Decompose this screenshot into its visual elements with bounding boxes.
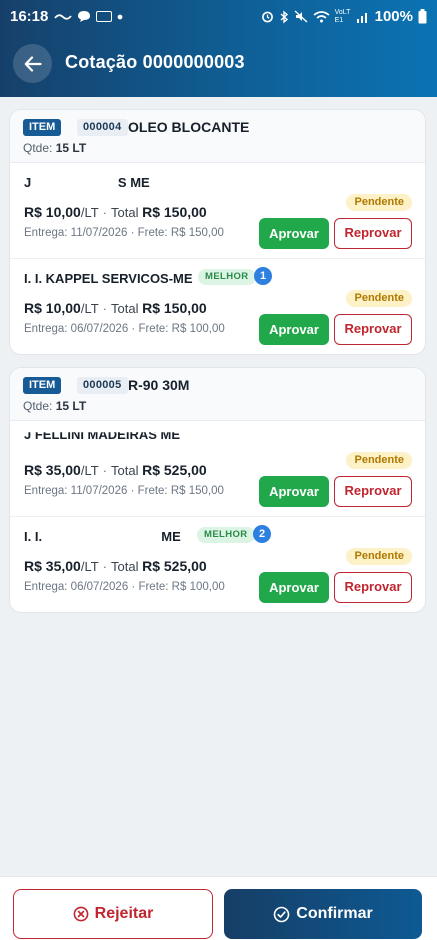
- item-card-000004: ITEM 000004 OLEO BLOCANTE Qtde: 15 LT J …: [9, 109, 426, 355]
- price-line: R$ 35,00/LT · Total R$ 525,00: [24, 462, 207, 478]
- mute-icon: [294, 10, 308, 23]
- system-icons: VoLTE1 100%: [261, 8, 427, 25]
- status-badge: Pendente: [346, 548, 412, 565]
- signal-icon: [356, 12, 367, 23]
- status-bar: 16:18 VoLTE1 100%: [0, 0, 437, 33]
- item-quantity: Qtde: 15 LT: [23, 399, 87, 413]
- reject-offer-button[interactable]: Reprovar: [334, 314, 412, 345]
- approve-button[interactable]: Aprovar: [259, 314, 329, 345]
- confirm-button[interactable]: Confirmar: [224, 889, 422, 939]
- wave-icon: [54, 13, 73, 20]
- best-badge: MELHOR: [197, 527, 255, 543]
- back-button[interactable]: [13, 44, 52, 83]
- item-tag: ITEM: [23, 377, 62, 394]
- reject-offer-button[interactable]: Reprovar: [334, 476, 412, 507]
- price-line: R$ 10,00/LT · Total R$ 150,00: [24, 204, 207, 220]
- status-badge: Pendente: [346, 194, 412, 211]
- chat-icon: [78, 11, 91, 22]
- supplier-name: J FELLINI MADEIRAS ME: [24, 427, 181, 442]
- status-time: 16:18: [10, 8, 49, 25]
- arrow-left-icon: [24, 55, 42, 72]
- battery-percent: 100%: [374, 8, 413, 25]
- dot-icon: [117, 14, 123, 19]
- approve-button[interactable]: Aprovar: [259, 218, 329, 249]
- item-name: OLEO BLOCANTE: [128, 119, 250, 135]
- item-header: ITEM 000004 OLEO BLOCANTE Qtde: 15 LT: [10, 110, 425, 163]
- offer-row: J FELLINI MADEIRAS ME R$ 35,00/LT · Total …: [10, 421, 425, 517]
- supplier-name: J S ME: [24, 175, 150, 190]
- item-quantity: Qtde: 15 LT: [23, 141, 87, 155]
- rank-badge: 1: [254, 267, 272, 285]
- item-header: ITEM 000005 R-90 30M Qtde: 15 LT: [10, 368, 425, 421]
- delivery-info: Entrega: 11/07/2026 · Frete: R$ 150,00: [24, 227, 224, 239]
- check-circle-icon: [273, 906, 290, 922]
- item-name: R-90 30M: [128, 377, 190, 393]
- approve-button[interactable]: Aprovar: [259, 476, 329, 507]
- alarm-icon: [261, 11, 273, 23]
- gallery-icon: [96, 11, 113, 22]
- rank-badge: 2: [253, 525, 271, 543]
- status-badge: Pendente: [346, 290, 412, 307]
- item-card-000005: ITEM 000005 R-90 30M Qtde: 15 LT J FELLI…: [9, 367, 426, 613]
- supplier-name: I. I. KAPPEL SERVICOS-ME: [24, 271, 193, 286]
- item-code: 000004: [77, 119, 128, 136]
- delivery-info: Entrega: 11/07/2026 · Frete: R$ 150,00: [24, 485, 224, 497]
- notification-icons: [54, 10, 123, 23]
- reject-all-button[interactable]: Rejeitar: [13, 889, 213, 939]
- status-badge: Pendente: [346, 452, 412, 469]
- wifi-icon: [313, 11, 330, 23]
- app-header: 16:18 VoLTE1 100% Cotação 0000000003: [0, 0, 437, 97]
- network-label: VoLTE1: [334, 8, 351, 24]
- offer-row: I. I. KAPPEL SERVICOS-ME MELHOR 1 R$ 10,…: [10, 259, 425, 354]
- delivery-info: Entrega: 06/07/2026 · Frete: R$ 100,00: [24, 581, 225, 593]
- item-code: 000005: [77, 377, 128, 394]
- confirm-label: Confirmar: [296, 905, 373, 922]
- offer-row: J S ME R$ 10,00/LT · Total R$ 150,00 Entre…: [10, 163, 425, 259]
- price-line: R$ 10,00/LT · Total R$ 150,00: [24, 300, 207, 316]
- best-badge: MELHOR: [198, 269, 256, 285]
- bluetooth-icon: [280, 10, 288, 23]
- page-title: Cotação 0000000003: [65, 52, 245, 72]
- price-line: R$ 35,00/LT · Total R$ 525,00: [24, 558, 207, 574]
- delivery-info: Entrega: 06/07/2026 · Frete: R$ 100,00: [24, 323, 225, 335]
- supplier-name: I. I. ME: [24, 529, 181, 544]
- x-circle-icon: [73, 906, 89, 922]
- reject-all-label: Rejeitar: [94, 905, 154, 922]
- reject-offer-button[interactable]: Reprovar: [334, 572, 412, 603]
- approve-button[interactable]: Aprovar: [259, 572, 329, 603]
- bottom-action-bar: Rejeitar Confirmar: [0, 876, 437, 940]
- item-tag: ITEM: [23, 119, 62, 136]
- offer-row: I. I. ME MELHOR 2 R$ 35,00/LT · Total R$ 5…: [10, 517, 425, 612]
- reject-offer-button[interactable]: Reprovar: [334, 218, 412, 249]
- battery-icon: [418, 9, 427, 24]
